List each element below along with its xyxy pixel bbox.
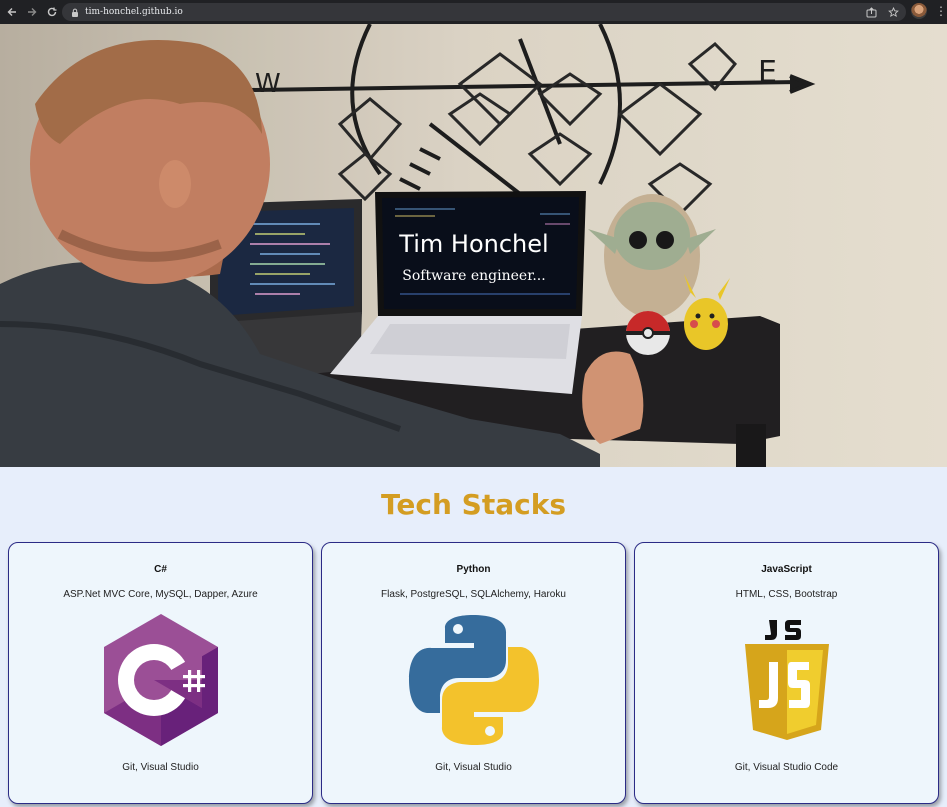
card-tools: Git, Visual Studio Code <box>734 762 839 773</box>
forward-arrow-icon[interactable] <box>22 2 42 22</box>
address-bar[interactable]: tim-honchel.github.io <box>62 3 906 21</box>
javascript-logo <box>744 620 829 740</box>
hero-banner: W E Tim Honchel Software engineer... <box>0 24 947 467</box>
hero-title: Tim Honchel <box>399 230 549 258</box>
back-arrow-icon[interactable] <box>2 2 22 22</box>
lock-icon[interactable] <box>70 8 79 17</box>
profile-avatar[interactable] <box>911 3 927 19</box>
reload-icon[interactable] <box>42 2 62 22</box>
card-tools: Git, Visual Studio <box>122 762 199 773</box>
card-title: JavaScript <box>761 564 812 575</box>
csharp-logo <box>103 614 218 746</box>
tech-card-python: Python Flask, PostgreSQL, SQLAlchemy, Ha… <box>321 542 626 804</box>
share-icon[interactable] <box>864 5 878 19</box>
tech-card-csharp: C# ASP.Net MVC Core, MySQL, Dapper, Azur… <box>8 542 313 804</box>
url-text: tim-honchel.github.io <box>85 7 183 17</box>
card-frameworks: ASP.Net MVC Core, MySQL, Dapper, Azure <box>63 589 258 600</box>
tech-card-javascript: JavaScript HTML, CSS, Bootstrap Git, Vis… <box>634 542 939 804</box>
browser-toolbar: tim-honchel.github.io ⋮ <box>0 0 947 24</box>
kebab-menu-icon[interactable]: ⋮ <box>935 5 947 17</box>
python-logo <box>408 615 539 745</box>
card-title: C# <box>154 564 167 575</box>
card-title: Python <box>456 564 491 575</box>
star-icon[interactable] <box>886 5 900 19</box>
card-frameworks: HTML, CSS, Bootstrap <box>735 589 838 600</box>
card-tools: Git, Visual Studio <box>435 762 512 773</box>
section-heading: Tech Stacks <box>381 488 566 521</box>
card-frameworks: Flask, PostgreSQL, SQLAlchemy, Haroku <box>381 589 566 600</box>
hero-subtitle: Software engineer... <box>402 268 546 284</box>
